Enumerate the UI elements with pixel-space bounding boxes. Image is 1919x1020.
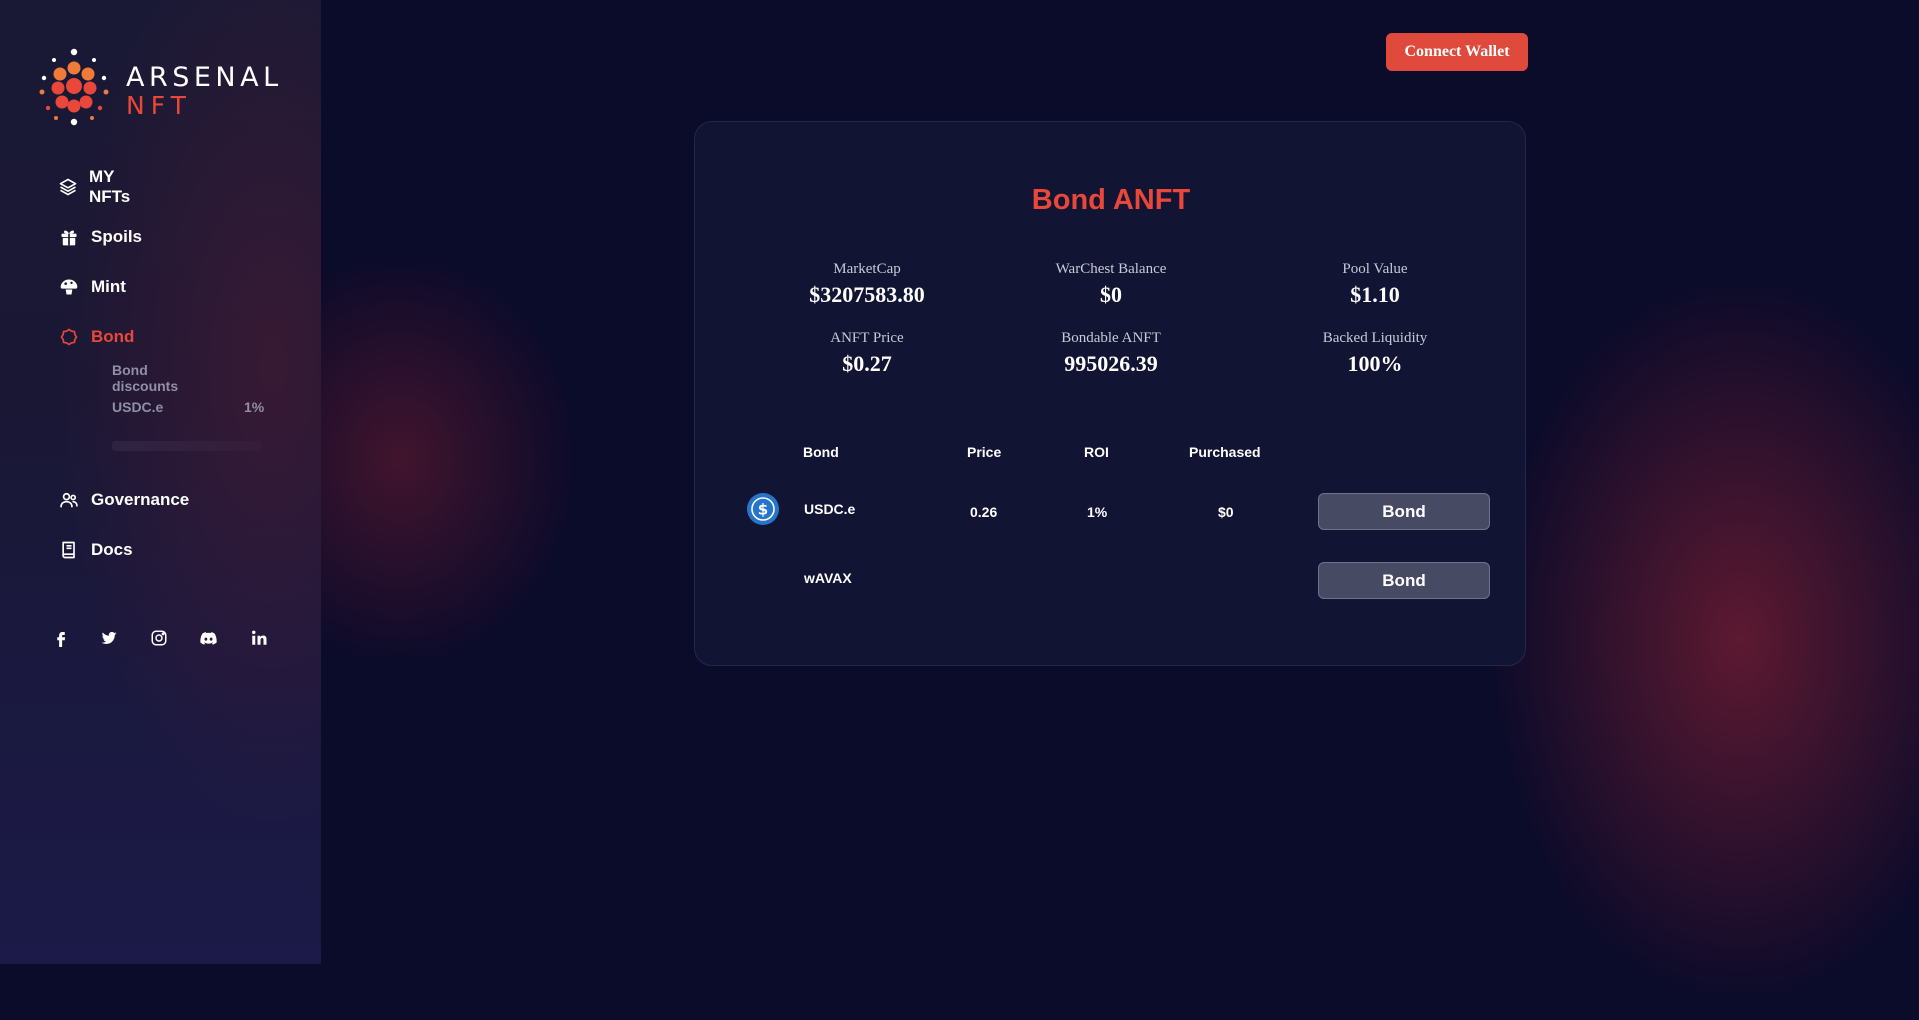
bond-discount-usdc-link[interactable]: USDC.e: [112, 399, 163, 415]
stat-value: $0: [1100, 282, 1122, 307]
stat-value: $1.10: [1350, 282, 1400, 307]
stat-label: ANFT Price: [830, 330, 904, 346]
stat-pool-value: Pool Value $1.10: [1265, 261, 1485, 308]
stat-value: $0.27: [842, 351, 892, 376]
connect-wallet-button[interactable]: Connect Wallet: [1386, 33, 1528, 71]
bond-usdc-button[interactable]: Bond: [1318, 493, 1490, 530]
users-icon: [58, 489, 80, 511]
stat-marketcap: MarketCap $3207583.80: [757, 261, 977, 308]
sidebar-item-spoils[interactable]: Spoils: [58, 224, 142, 250]
stat-label: Pool Value: [1342, 261, 1408, 277]
sidebar-item-my-nfts[interactable]: MY NFTs: [58, 167, 132, 206]
bond-wavax-button[interactable]: Bond: [1318, 562, 1490, 599]
bond-name: USDC.e: [804, 501, 856, 517]
svg-text:$: $: [758, 501, 768, 519]
stat-bondable-anft: Bondable ANFT 995026.39: [1001, 330, 1221, 377]
sidebar-item-label: Docs: [91, 540, 133, 559]
logo-text-arsenal: ARSENAL: [126, 62, 283, 93]
usdc-icon: $: [747, 493, 779, 525]
facebook-icon[interactable]: [49, 626, 73, 650]
table-header-bond: Bond: [803, 444, 839, 460]
arsenal-logo-icon: [39, 48, 109, 126]
sidebar: ARSENAL NFT MY NFTs Spoils Mint Bond Bon…: [0, 0, 321, 964]
stat-warchest-balance: WarChest Balance $0: [1001, 261, 1221, 308]
card-title: Bond ANFT: [1031, 184, 1191, 216]
bond-price: 0.26: [970, 504, 998, 520]
stat-label: Bondable ANFT: [1061, 330, 1161, 346]
stat-value: 995026.39: [1064, 351, 1158, 376]
stat-label: MarketCap: [833, 261, 901, 277]
mushroom-icon: [58, 276, 80, 298]
discord-icon[interactable]: [196, 626, 220, 650]
bond-name: wAVAX: [804, 570, 852, 586]
background-glow-right: [1480, 260, 1919, 1020]
stat-label: Backed Liquidity: [1322, 330, 1428, 346]
sidebar-item-label: Spoils: [91, 227, 143, 246]
bond-discount-faded-row: [112, 441, 262, 451]
book-icon: [58, 539, 80, 561]
sidebar-item-docs[interactable]: Docs: [58, 537, 133, 563]
sidebar-item-label: Governance: [91, 490, 190, 509]
twitter-icon[interactable]: [97, 626, 121, 650]
instagram-icon[interactable]: [147, 626, 171, 650]
logo-text-nft: NFT: [126, 91, 192, 120]
logo[interactable]: ARSENAL NFT: [34, 48, 284, 130]
bond-purchased: $0: [1218, 504, 1234, 520]
bond-discounts-header: Bond discounts: [112, 362, 179, 394]
stat-label: WarChest Balance: [1055, 261, 1167, 277]
stat-value: 100%: [1347, 351, 1403, 376]
sidebar-item-mint[interactable]: Mint: [58, 274, 126, 300]
gift-icon: [58, 226, 80, 248]
linkedin-icon[interactable]: [247, 626, 271, 650]
sidebar-item-label: MY NFTs: [89, 167, 131, 206]
sidebar-item-label: Bond: [91, 327, 135, 346]
bond-icon: [58, 326, 80, 348]
table-header-purchased: Purchased: [1189, 444, 1261, 460]
stat-backed-liquidity: Backed Liquidity 100%: [1265, 330, 1485, 377]
stat-value: $3207583.80: [809, 282, 925, 307]
stat-anft-price: ANFT Price $0.27: [757, 330, 977, 377]
sidebar-item-bond[interactable]: Bond: [58, 324, 134, 350]
table-header-price: Price: [967, 444, 1002, 460]
bond-card: Bond ANFT MarketCap $3207583.80 WarChest…: [694, 121, 1526, 666]
bond-discount-usdc-value: 1%: [244, 399, 265, 415]
sidebar-item-label: Mint: [91, 277, 126, 296]
table-header-roi: ROI: [1084, 444, 1109, 460]
layers-icon: [58, 176, 78, 198]
sidebar-item-governance[interactable]: Governance: [58, 487, 189, 513]
bond-roi: 1%: [1087, 504, 1108, 520]
